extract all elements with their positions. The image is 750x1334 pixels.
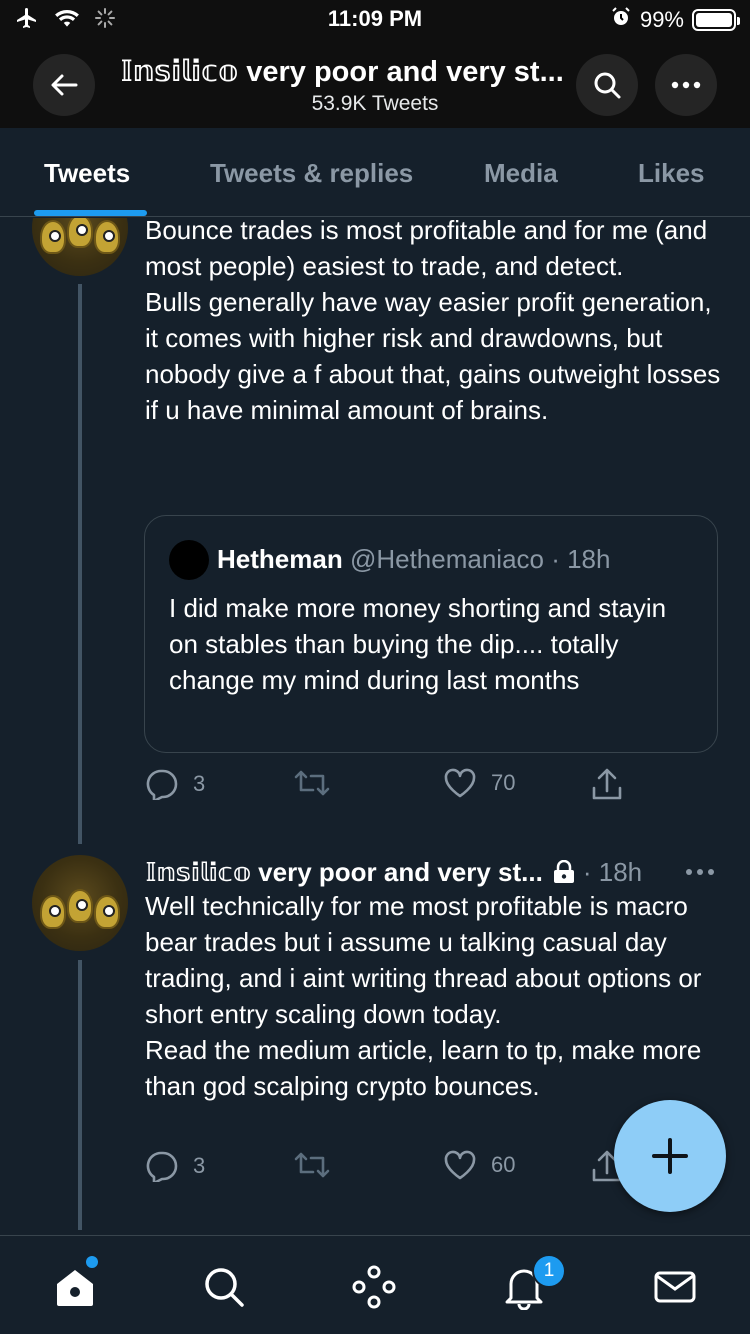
retweet-button[interactable] (293, 1150, 345, 1180)
compose-tweet-button[interactable] (614, 1100, 726, 1212)
tweet-actions: 3 70 (145, 768, 645, 808)
search-icon (205, 1268, 244, 1307)
tweet-text: Bounce trades is most profitable and for… (145, 218, 725, 428)
home-icon (57, 1270, 93, 1306)
mail-icon (654, 1271, 696, 1303)
avatar-dragon-head (94, 895, 120, 929)
profile-header: 𝕀𝕟𝕤𝕚𝕝𝕚𝕔𝕠 very poor and very st... 53.9K … (0, 40, 750, 128)
avatar[interactable] (32, 218, 128, 276)
bottom-navigation: 1 (0, 1235, 750, 1334)
reply-icon (146, 1151, 178, 1182)
tweet-text: Well technically for me most profitable … (145, 888, 725, 1104)
alarm-icon (610, 6, 632, 34)
tweet-time: · 18h (582, 856, 643, 887)
profile-name: 𝕀𝕟𝕤𝕚𝕝𝕚𝕔𝕠 very poor and very st... (120, 56, 564, 88)
active-tab-indicator (34, 210, 147, 216)
reply-icon (146, 769, 178, 800)
tab-tweets[interactable]: Tweets (44, 158, 130, 189)
reply-count: 3 (193, 1153, 206, 1178)
share-button[interactable] (591, 768, 623, 802)
quoted-tweet[interactable]: Hetheman @Hethemaniaco · 18h I did make … (144, 515, 718, 753)
spaces-icon (352, 1265, 396, 1309)
retweet-button[interactable] (293, 768, 345, 798)
like-button[interactable]: 60 (443, 1150, 515, 1180)
lock-icon (553, 860, 574, 883)
more-dots-icon (671, 81, 701, 89)
tweet-header: 𝕀𝕟𝕤𝕚𝕝𝕚𝕔𝕠 very poor and very st... · 18h (145, 854, 725, 890)
more-options-button[interactable] (655, 54, 717, 116)
tweet-meta: · 18h (551, 857, 642, 888)
tweet-paragraph: Bounce trades is most profitable and for… (145, 218, 708, 281)
retweet-icon (294, 770, 330, 796)
like-button[interactable]: 70 (443, 768, 515, 798)
tweet-author-name[interactable]: 𝕀𝕟𝕤𝕚𝕝𝕚𝕔𝕠 very poor and very st... (145, 857, 543, 888)
avatar-dragon-head (40, 895, 66, 929)
heart-icon (444, 1150, 476, 1180)
quote-text: I did make more money shorting and stayi… (169, 593, 667, 695)
avatar-dragon-head (94, 220, 120, 254)
status-right: 99% (610, 6, 740, 34)
thread-line (78, 284, 82, 844)
heart-icon (444, 768, 476, 798)
home-unread-dot (86, 1256, 98, 1268)
avatar-dragon-head (67, 889, 93, 923)
status-bar: 11:09 PM 99% (0, 0, 750, 40)
tab-likes[interactable]: Likes (638, 158, 705, 189)
tweet-paragraph: Bulls generally have way easier profit g… (145, 287, 721, 425)
nav-spaces[interactable] (351, 1264, 397, 1310)
notification-badge: 1 (532, 1254, 566, 1288)
avatar-dragon-head (40, 220, 66, 254)
like-count: 70 (491, 770, 516, 795)
quote-author: Hetheman @Hethemaniaco · 18h (217, 544, 610, 575)
avatar[interactable] (32, 855, 128, 951)
quote-author-name: Hetheman (217, 544, 343, 574)
tweet-paragraph: Well technically for me most profitable … (145, 891, 702, 1029)
retweet-icon (294, 1152, 330, 1178)
tweet-paragraph: Read the medium article, learn to tp, ma… (145, 1035, 702, 1101)
thread-line (78, 960, 82, 1230)
battery-icon (692, 9, 740, 31)
reply-button[interactable]: 3 (145, 1150, 205, 1182)
profile-tabs: Tweets Tweets & replies Media Likes (0, 128, 750, 217)
reply-count: 3 (193, 771, 206, 796)
tab-tweets-replies[interactable]: Tweets & replies (210, 158, 413, 189)
plus-icon (652, 1138, 688, 1174)
battery-percent: 99% (639, 7, 684, 32)
search-icon (594, 72, 621, 99)
avatar-dragon-head (67, 218, 93, 248)
tweet-actions: 3 60 (145, 1150, 645, 1190)
search-button[interactable] (576, 54, 638, 116)
tab-media[interactable]: Media (484, 158, 558, 189)
tweet-more-icon[interactable] (685, 854, 715, 890)
quote-avatar (169, 540, 209, 580)
nav-search[interactable] (201, 1264, 247, 1310)
quote-author-handle: @Hethemaniaco · 18h (349, 544, 611, 574)
tweet-feed[interactable]: Bounce trades is most profitable and for… (0, 218, 750, 1234)
nav-messages[interactable] (652, 1264, 698, 1310)
share-icon (592, 768, 622, 800)
like-count: 60 (491, 1152, 516, 1177)
reply-button[interactable]: 3 (145, 768, 205, 800)
tweet-count: 53.9K Tweets (311, 92, 439, 115)
nav-home[interactable] (52, 1264, 98, 1310)
battery-level (696, 13, 732, 27)
